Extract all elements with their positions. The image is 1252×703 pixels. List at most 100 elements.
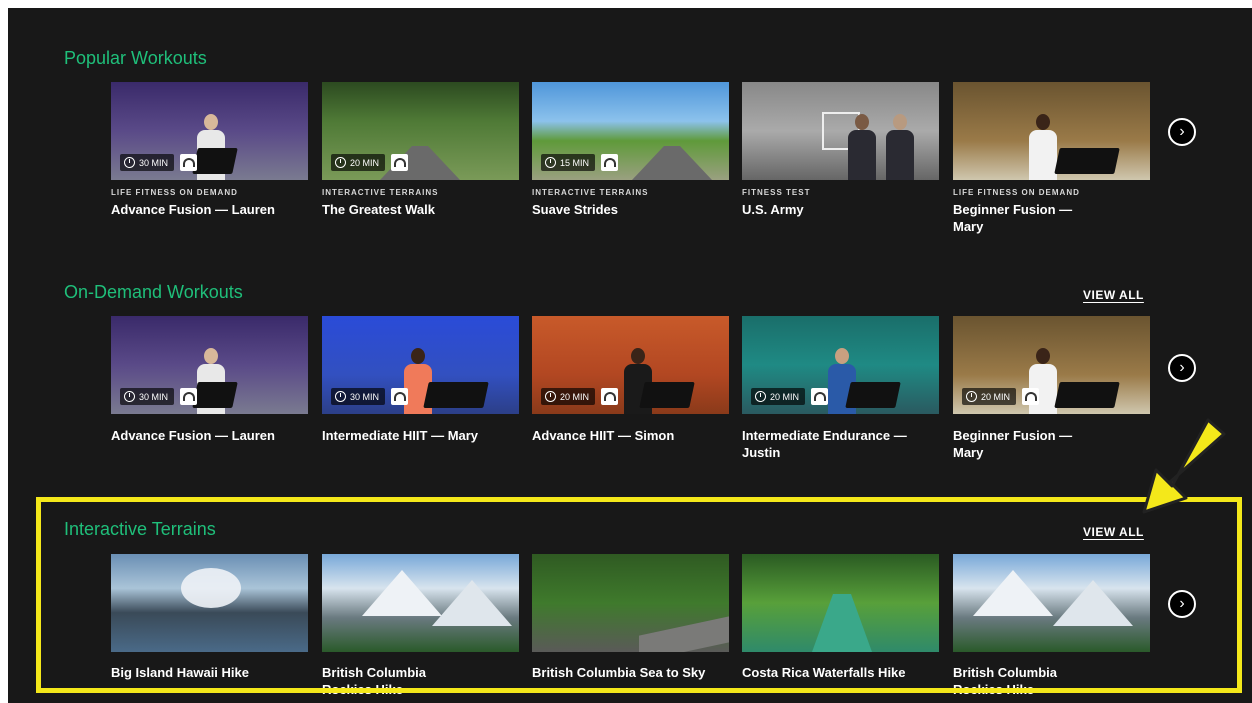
badges: 30 MIN: [331, 388, 409, 405]
badges: 20 MIN: [751, 388, 829, 405]
card-title: Beginner Fusion — Mary: [953, 202, 1073, 234]
card-title: Intermediate HIIT — Mary: [322, 428, 479, 443]
duration-badge: 20 MIN: [751, 388, 806, 405]
card-title: Beginner Fusion — Mary: [953, 428, 1073, 460]
workout-thumbnail: 30 MIN: [322, 316, 519, 414]
clock-icon: [755, 391, 766, 402]
card-title: Suave Strides: [532, 202, 618, 217]
badges: 15 MIN: [541, 154, 619, 171]
workout-card[interactable]: 20 MIN INTERACTIVE TERRAINS The Greatest…: [322, 82, 519, 218]
duration-label: 20 MIN: [981, 391, 1011, 402]
clock-icon: [124, 391, 135, 402]
clock-icon: [335, 391, 346, 402]
duration-label: 30 MIN: [139, 391, 169, 402]
card-title: The Greatest Walk: [322, 202, 435, 217]
workout-card[interactable]: FITNESS TEST U.S. Army: [742, 82, 939, 218]
card-title: Advance Fusion — Lauren: [111, 428, 275, 443]
duration-label: 20 MIN: [350, 157, 380, 168]
view-all-link[interactable]: VIEW ALL: [1083, 525, 1144, 539]
workout-thumbnail: [742, 82, 939, 180]
card-category: FITNESS TEST: [742, 188, 811, 197]
card-category: INTERACTIVE TERRAINS: [532, 188, 649, 197]
chevron-right-icon: ›: [1179, 123, 1185, 140]
badges: 20 MIN: [541, 388, 619, 405]
duration-label: 15 MIN: [560, 157, 590, 168]
road-figure: [632, 146, 712, 180]
section-title-on-demand-workouts: On-Demand Workouts: [64, 282, 243, 302]
duration-badge: 30 MIN: [120, 154, 175, 171]
clock-icon: [335, 157, 346, 168]
next-arrow-button[interactable]: ›: [1168, 590, 1196, 618]
headphones-icon: [180, 388, 198, 405]
workout-thumbnail: 20 MIN: [322, 82, 519, 180]
app-screen: Popular Workouts 30 MIN LIFE FITNESS ON …: [8, 8, 1252, 703]
next-arrow-button[interactable]: ›: [1168, 354, 1196, 382]
workout-thumbnail: 20 MIN: [532, 316, 729, 414]
workout-thumbnail: 30 MIN: [111, 316, 308, 414]
card-category: LIFE FITNESS ON DEMAND: [111, 188, 238, 197]
terrain-card[interactable]: Costa Rica Waterfalls Hike: [742, 554, 939, 681]
badges: 20 MIN: [331, 154, 409, 171]
workout-thumbnail: 20 MIN: [953, 316, 1150, 414]
treadmill-figure: [1054, 148, 1120, 174]
card-category: LIFE FITNESS ON DEMAND: [953, 188, 1080, 197]
workout-card[interactable]: 30 MIN LIFE FITNESS ON DEMAND Advance Fu…: [111, 82, 308, 218]
bridge-figure: [812, 594, 872, 652]
headphones-icon: [391, 154, 409, 171]
headphones-icon: [391, 388, 409, 405]
terrain-card[interactable]: Big Island Hawaii Hike: [111, 554, 308, 681]
view-all-link[interactable]: VIEW ALL: [1083, 288, 1144, 302]
workout-card[interactable]: LIFE FITNESS ON DEMAND Beginner Fusion —…: [953, 82, 1150, 235]
callout-arrow-icon: [1142, 418, 1226, 514]
mountain-figure: [1053, 580, 1133, 626]
terrain-card[interactable]: British Columbia Rockies Hike: [322, 554, 519, 698]
terrain-thumbnail: [111, 554, 308, 652]
workout-card[interactable]: 20 MIN Advance HIIT — Simon: [532, 316, 729, 444]
terrain-card[interactable]: British Columbia Rockies Hike: [953, 554, 1150, 698]
workout-card[interactable]: 20 MIN Intermediate Endurance — Justin: [742, 316, 939, 461]
workout-card[interactable]: 20 MIN Beginner Fusion — Mary: [953, 316, 1150, 461]
headphones-icon: [1022, 388, 1040, 405]
workout-card[interactable]: 30 MIN Advance Fusion — Lauren: [111, 316, 308, 444]
duration-badge: 15 MIN: [541, 154, 596, 171]
chevron-right-icon: ›: [1179, 359, 1185, 376]
duration-label: 20 MIN: [770, 391, 800, 402]
bike-figure: [639, 382, 695, 408]
next-arrow-button[interactable]: ›: [1168, 118, 1196, 146]
card-title: British Columbia Sea to Sky: [532, 665, 706, 680]
bike-figure: [423, 382, 489, 408]
card-title: British Columbia Rockies Hike: [953, 665, 1058, 697]
soldier-figure: [842, 110, 882, 180]
duration-badge: 30 MIN: [120, 388, 175, 405]
workout-card[interactable]: 30 MIN Intermediate HIIT — Mary: [322, 316, 519, 444]
duration-badge: 20 MIN: [331, 154, 386, 171]
section-title-popular-workouts: Popular Workouts: [64, 48, 207, 68]
treadmill-figure: [1054, 382, 1120, 408]
card-title: Advance Fusion — Lauren: [111, 202, 275, 217]
clock-icon: [124, 157, 135, 168]
clock-icon: [545, 391, 556, 402]
card-title: U.S. Army: [742, 202, 804, 217]
headphones-icon: [811, 388, 829, 405]
treadmill-figure: [192, 148, 238, 174]
headphones-icon: [601, 154, 619, 171]
headphones-icon: [601, 388, 619, 405]
card-title: Big Island Hawaii Hike: [111, 665, 249, 680]
card-title: Advance HIIT — Simon: [532, 428, 675, 443]
terrain-thumbnail: [322, 554, 519, 652]
workout-card[interactable]: 15 MIN INTERACTIVE TERRAINS Suave Stride…: [532, 82, 729, 218]
soldier-figure: [880, 110, 920, 180]
workout-thumbnail: 20 MIN: [742, 316, 939, 414]
clock-icon: [545, 157, 556, 168]
headphones-icon: [180, 154, 198, 171]
terrain-card[interactable]: British Columbia Sea to Sky: [532, 554, 729, 681]
clock-icon: [966, 391, 977, 402]
duration-label: 30 MIN: [139, 157, 169, 168]
workout-thumbnail: [953, 82, 1150, 180]
duration-badge: 20 MIN: [541, 388, 596, 405]
workout-thumbnail: 15 MIN: [532, 82, 729, 180]
section-title-interactive-terrains: Interactive Terrains: [64, 519, 216, 539]
terrain-thumbnail: [532, 554, 729, 652]
card-category: INTERACTIVE TERRAINS: [322, 188, 439, 197]
badges: 20 MIN: [962, 388, 1040, 405]
